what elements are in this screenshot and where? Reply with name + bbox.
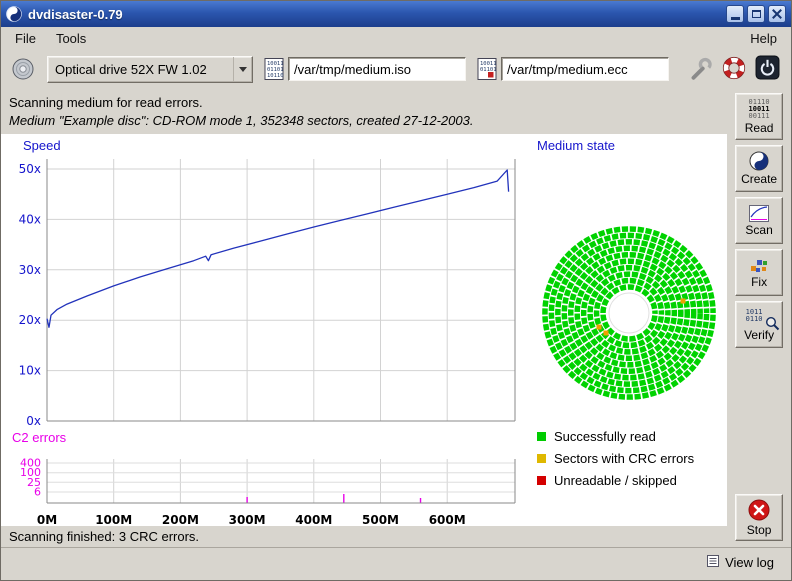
- scan-button[interactable]: Scan: [735, 197, 783, 244]
- svg-text:40x: 40x: [19, 212, 41, 226]
- status-line-2: Medium "Example disc": CD-ROM mode 1, 35…: [9, 113, 727, 128]
- svg-text:20x: 20x: [19, 313, 41, 327]
- fix-blocks-icon: [749, 257, 769, 274]
- minimize-icon: [731, 17, 740, 20]
- power-icon: [755, 55, 780, 83]
- help-button[interactable]: [721, 55, 747, 84]
- chart-canvas: 0M 100M 200M 300M 400M 500M 600M 50x 40x 30x 20x 10…: [1, 134, 727, 526]
- fix-label: Fix: [751, 275, 767, 289]
- create-label: Create: [741, 172, 777, 186]
- scan-result-strip: Scanning finished: 3 CRC errors.: [1, 526, 727, 547]
- iso-path-input[interactable]: [288, 57, 466, 81]
- svg-text:30x: 30x: [19, 263, 41, 277]
- svg-text:50x: 50x: [19, 162, 41, 176]
- create-button[interactable]: Create: [735, 145, 783, 192]
- svg-text:10110: 10110: [267, 73, 284, 79]
- legend-item-unreadable: Unreadable / skipped: [537, 470, 694, 492]
- stop-button[interactable]: Stop: [735, 494, 783, 541]
- read-icon: 01110 10011 00111: [749, 99, 770, 120]
- app-window: dvdisaster-0.79 File Tools Help Optical …: [0, 0, 792, 581]
- medium-state-label: Medium state: [537, 138, 615, 153]
- scan-label: Scan: [745, 223, 772, 237]
- view-log-label: View log: [725, 555, 774, 570]
- toolbar-right-group: [686, 54, 781, 85]
- stop-wrap: Stop: [735, 494, 783, 541]
- main-panel: Scanning medium for read errors. Medium …: [1, 89, 727, 547]
- toolbar: Optical drive 52X FW 1.02 10011 01101 10…: [1, 49, 791, 89]
- close-button[interactable]: [768, 5, 786, 23]
- verify-button[interactable]: 1011 0110 Verify: [735, 301, 783, 348]
- yin-yang-icon: [749, 151, 769, 171]
- svg-text:10x: 10x: [19, 363, 41, 377]
- maximize-button[interactable]: [747, 5, 765, 23]
- window-title: dvdisaster-0.79: [28, 7, 720, 22]
- stop-label: Stop: [747, 523, 772, 537]
- magnifier-icon: [765, 316, 781, 332]
- menu-tools[interactable]: Tools: [46, 29, 96, 48]
- status-band: Scanning medium for read errors. Medium …: [1, 89, 727, 134]
- footer-bar: View log: [1, 547, 791, 580]
- status-line-1: Scanning medium for read errors.: [9, 95, 727, 110]
- ecc-file-icon: 10011 01101: [477, 57, 497, 81]
- content-area: Scanning medium for read errors. Medium …: [1, 89, 791, 547]
- legend-swatch-1: [537, 454, 546, 463]
- legend-item-good: Successfully read: [537, 426, 694, 448]
- action-sidebar: 01110 10011 00111 Read Create: [727, 89, 791, 547]
- close-icon: [772, 9, 782, 19]
- stop-icon: [747, 498, 771, 522]
- speed-axis-label: Speed: [23, 138, 61, 153]
- app-icon: [6, 6, 22, 22]
- read-button[interactable]: 01110 10011 00111 Read: [735, 93, 783, 140]
- maximize-icon: [752, 10, 761, 18]
- legend-swatch-0: [537, 432, 546, 441]
- lifebuoy-icon: [722, 56, 746, 83]
- legend-label-good: Successfully read: [554, 429, 656, 444]
- medium-state-legend: Successfully read Sectors with CRC error…: [537, 426, 694, 492]
- svg-text:6: 6: [34, 485, 41, 498]
- legend-item-crc: Sectors with CRC errors: [537, 448, 694, 470]
- svg-text:100M: 100M: [95, 513, 132, 527]
- iso-file-icon: 10011 01101 10110: [264, 57, 284, 81]
- titlebar[interactable]: dvdisaster-0.79: [1, 1, 791, 27]
- menubar: File Tools Help: [1, 27, 791, 49]
- scan-chart-icon: [749, 205, 769, 222]
- menu-help[interactable]: Help: [740, 29, 787, 48]
- svg-text:600M: 600M: [429, 513, 466, 527]
- optical-drive-icon: [11, 57, 35, 81]
- ecc-path-input[interactable]: [501, 57, 669, 81]
- svg-text:0M: 0M: [37, 513, 57, 527]
- legend-swatch-2: [537, 476, 546, 485]
- verify-icon: 1011 0110: [746, 307, 773, 327]
- scan-result-text: Scanning finished: 3 CRC errors.: [9, 529, 199, 544]
- svg-text:500M: 500M: [362, 513, 399, 527]
- quit-button[interactable]: [754, 54, 781, 84]
- preferences-button[interactable]: [686, 54, 714, 85]
- minimize-button[interactable]: [726, 5, 744, 23]
- drive-select[interactable]: Optical drive 52X FW 1.02: [47, 56, 253, 83]
- legend-label-unreadable: Unreadable / skipped: [554, 473, 677, 488]
- svg-text:300M: 300M: [229, 513, 266, 527]
- c2-axis-label: C2 errors: [12, 430, 66, 445]
- view-log-button[interactable]: View log: [700, 552, 781, 573]
- svg-text:0x: 0x: [26, 414, 41, 428]
- window-controls: [726, 5, 786, 23]
- svg-text:400M: 400M: [295, 513, 332, 527]
- read-label: Read: [745, 121, 774, 135]
- menu-file[interactable]: File: [5, 29, 46, 48]
- view-log-icon: [707, 555, 719, 570]
- chevron-down-icon: [233, 57, 252, 82]
- legend-label-crc: Sectors with CRC errors: [554, 451, 694, 466]
- fix-button[interactable]: Fix: [735, 249, 783, 296]
- drive-select-label: Optical drive 52X FW 1.02: [48, 62, 233, 77]
- svg-text:200M: 200M: [162, 513, 199, 527]
- wrench-icon: [687, 55, 713, 84]
